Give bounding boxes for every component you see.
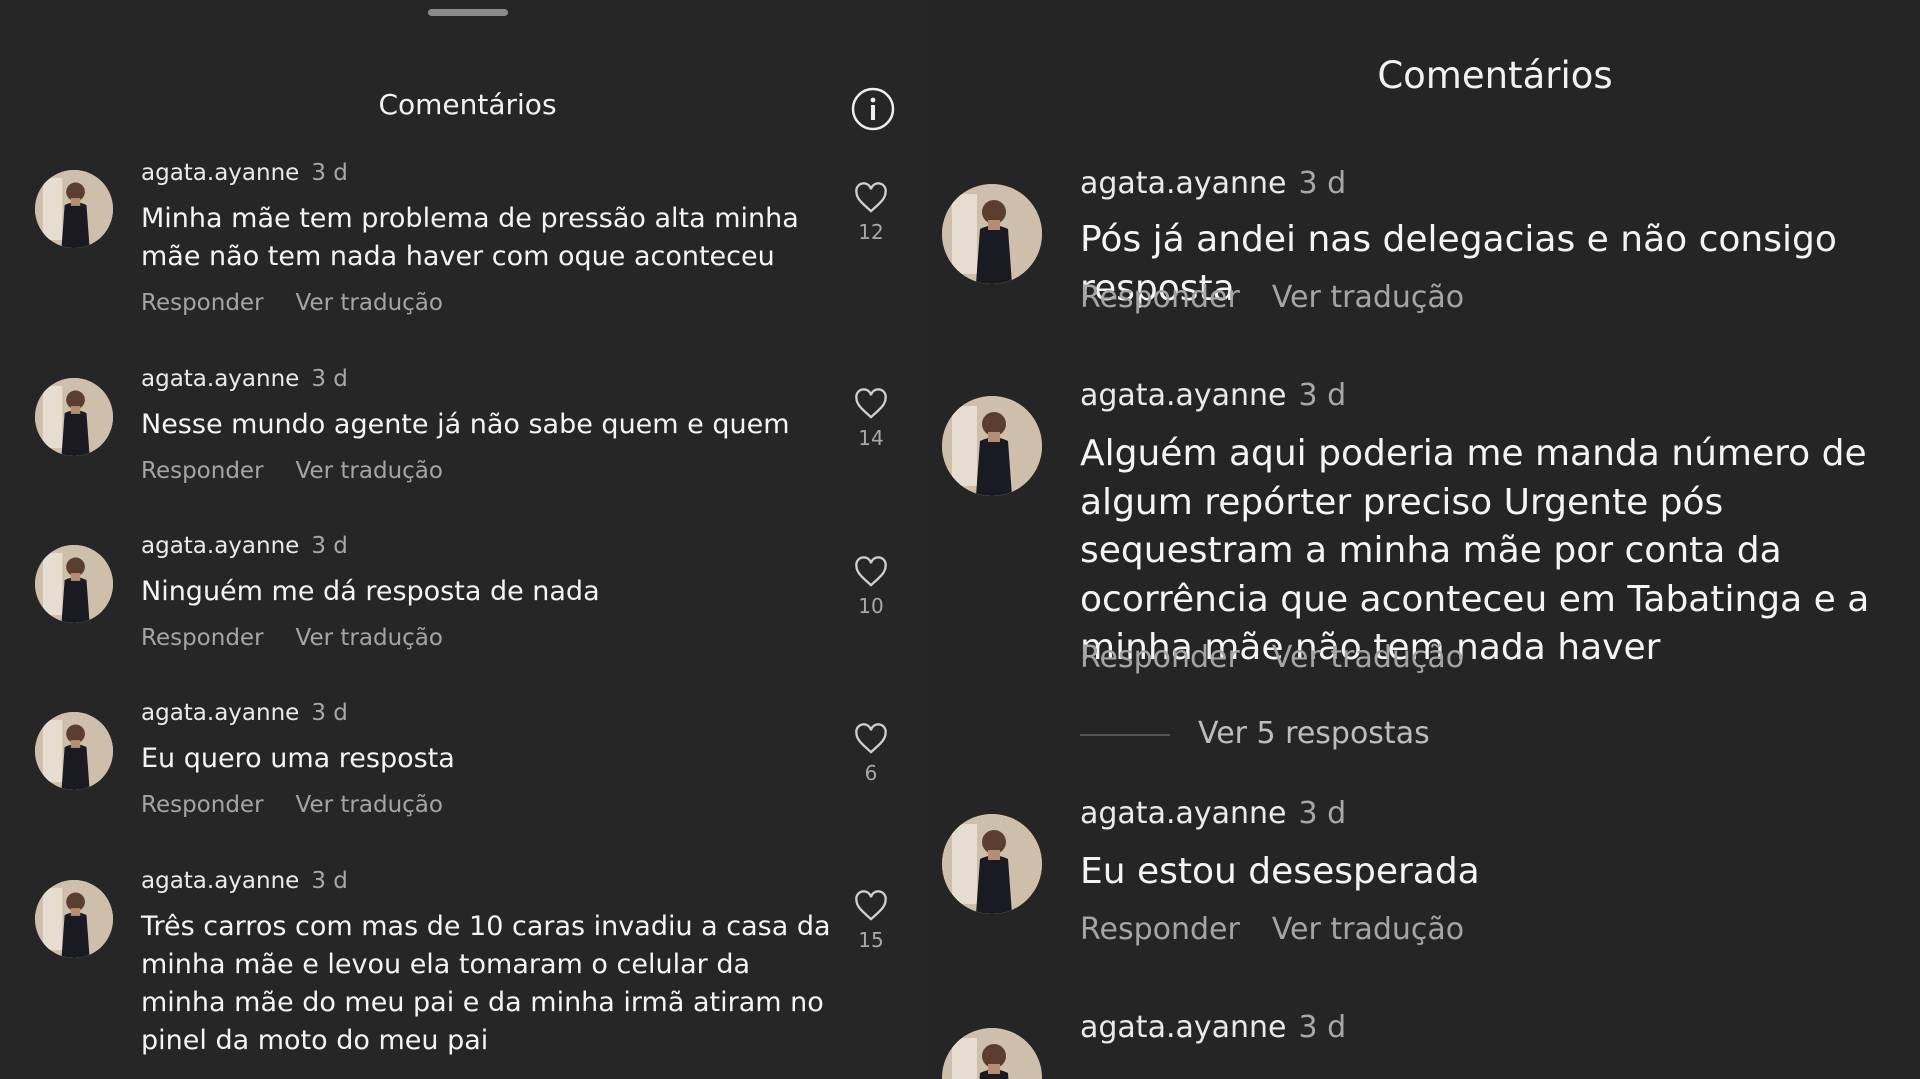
- comment-text: Três carros com mas de 10 caras invadiu …: [141, 911, 831, 1056]
- translate-button[interactable]: Ver tradução: [296, 458, 443, 484]
- username[interactable]: agata.ayanne: [141, 533, 299, 559]
- timestamp: 3 d: [311, 533, 348, 559]
- info-icon[interactable]: [850, 86, 896, 132]
- username[interactable]: agata.ayanne: [1080, 1010, 1287, 1045]
- username[interactable]: agata.ayanne: [141, 160, 299, 186]
- username[interactable]: agata.ayanne: [141, 366, 299, 392]
- timestamp: 3 d: [1298, 378, 1347, 413]
- timestamp: 3 d: [1298, 1010, 1347, 1045]
- like-count: 14: [858, 426, 884, 450]
- reply-button[interactable]: Responder: [141, 458, 264, 484]
- translate-button[interactable]: Ver tradução: [1272, 912, 1464, 947]
- heart-icon: [855, 723, 887, 754]
- reply-button[interactable]: Responder: [141, 625, 264, 651]
- username[interactable]: agata.ayanne: [141, 700, 299, 726]
- timestamp: 3 d: [311, 700, 348, 726]
- username[interactable]: agata.ayanne: [1080, 166, 1287, 201]
- avatar[interactable]: [35, 712, 113, 790]
- view-replies-button[interactable]: Ver 5 respostas: [1080, 716, 1430, 751]
- like-button[interactable]: 6: [848, 723, 894, 785]
- replies-divider: [1080, 733, 1170, 736]
- comment-text: Alguém aqui poderia me manda número de a…: [1080, 433, 1870, 668]
- comment-text: Nesse mundo agente já não sabe quem e qu…: [141, 409, 790, 440]
- translate-button[interactable]: Ver tradução: [1272, 280, 1464, 315]
- like-button[interactable]: 15: [848, 890, 894, 952]
- translate-button[interactable]: Ver tradução: [1272, 640, 1464, 675]
- right-comments-panel: Comentários agata.ayanne 3 d Pós já andei…: [930, 0, 1920, 1079]
- comment-text: Minha mãe tem problema de pressão alta m…: [141, 203, 799, 272]
- like-button[interactable]: 14: [848, 388, 894, 450]
- heart-icon: [855, 556, 887, 587]
- comment-text: Ninguém me dá resposta de nada: [141, 576, 600, 607]
- avatar[interactable]: [942, 184, 1042, 284]
- timestamp: 3 d: [1298, 166, 1347, 201]
- drag-handle[interactable]: [428, 9, 508, 16]
- heart-icon: [855, 182, 887, 213]
- like-count: 10: [858, 594, 884, 618]
- comments-title: Comentários: [378, 88, 557, 121]
- timestamp: 3 d: [311, 160, 348, 186]
- like-button[interactable]: 12: [848, 182, 894, 244]
- reply-button[interactable]: Responder: [1080, 640, 1240, 675]
- avatar[interactable]: [35, 378, 113, 456]
- timestamp: 3 d: [311, 366, 348, 392]
- reply-button[interactable]: Responder: [1080, 280, 1240, 315]
- username[interactable]: agata.ayanne: [141, 868, 299, 894]
- translate-button[interactable]: Ver tradução: [296, 290, 443, 316]
- avatar[interactable]: [942, 814, 1042, 914]
- translate-button[interactable]: Ver tradução: [296, 792, 443, 818]
- username[interactable]: agata.ayanne: [1080, 378, 1287, 413]
- avatar[interactable]: [35, 880, 113, 958]
- avatar[interactable]: [942, 396, 1042, 496]
- comments-title: Comentários: [1377, 54, 1613, 97]
- reply-button[interactable]: Responder: [141, 792, 264, 818]
- like-count: 6: [864, 761, 878, 785]
- reply-button[interactable]: Responder: [141, 290, 264, 316]
- view-replies-label: Ver 5 respostas: [1198, 716, 1430, 751]
- like-count: 15: [858, 928, 884, 952]
- comment-text: Eu estou desesperada: [1080, 851, 1480, 892]
- left-comments-panel: Comentários agata.ayanne 3 d Minha mãe te…: [0, 0, 930, 1079]
- avatar[interactable]: [35, 170, 113, 248]
- heart-icon: [855, 388, 887, 419]
- translate-button[interactable]: Ver tradução: [296, 625, 443, 651]
- timestamp: 3 d: [311, 868, 348, 894]
- avatar[interactable]: [35, 545, 113, 623]
- username[interactable]: agata.ayanne: [1080, 796, 1287, 831]
- reply-button[interactable]: Responder: [1080, 912, 1240, 947]
- timestamp: 3 d: [1298, 796, 1347, 831]
- heart-icon: [855, 890, 887, 921]
- like-button[interactable]: 10: [848, 556, 894, 618]
- comment-text: Eu quero uma resposta: [141, 743, 455, 774]
- avatar[interactable]: [942, 1028, 1042, 1079]
- like-count: 12: [858, 220, 884, 244]
